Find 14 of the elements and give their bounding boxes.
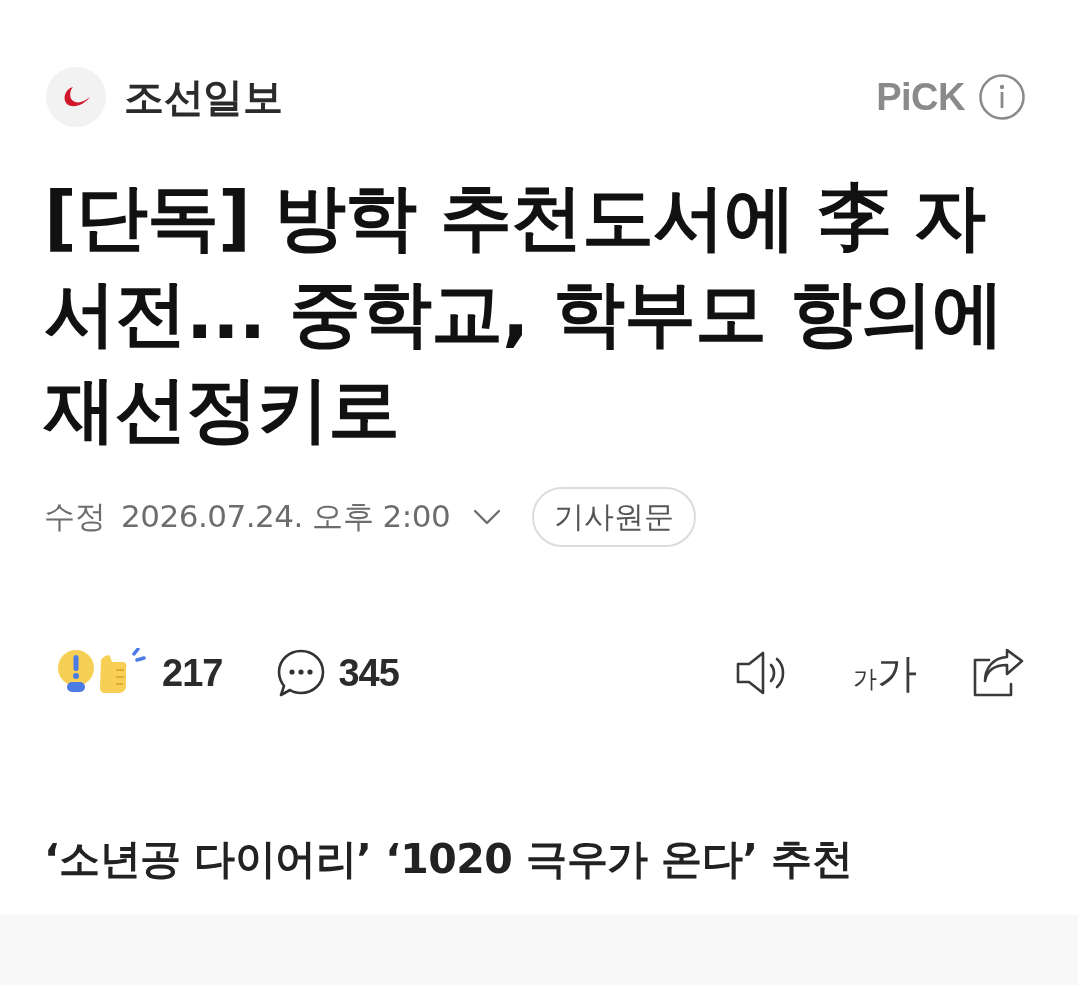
article-subtitle: ‘소년공 다이어리’ ‘1020 극우가 온다’ 추천 [44,834,854,885]
comment-icon[interactable] [276,648,327,698]
font-size-button[interactable]: 가가 [853,653,917,693]
article-datetime: 2026.07.24. 오후 2:00 [121,497,451,536]
press-logo-icon [46,67,106,127]
pick-label: PiCK [876,75,965,119]
press-name: 조선일보 [124,72,282,122]
reaction-count: 217 [162,651,223,695]
original-article-button[interactable]: 기사원문 [532,487,697,547]
article-headline: [단독] 방학 추천도서에 李 자서전... 중학교, 학부모 항의에 재선정키로 [44,174,1004,453]
info-icon[interactable] [979,74,1025,120]
comment-count: 345 [338,651,399,695]
share-icon[interactable] [971,648,1025,698]
modified-label: 수정 [44,497,105,536]
